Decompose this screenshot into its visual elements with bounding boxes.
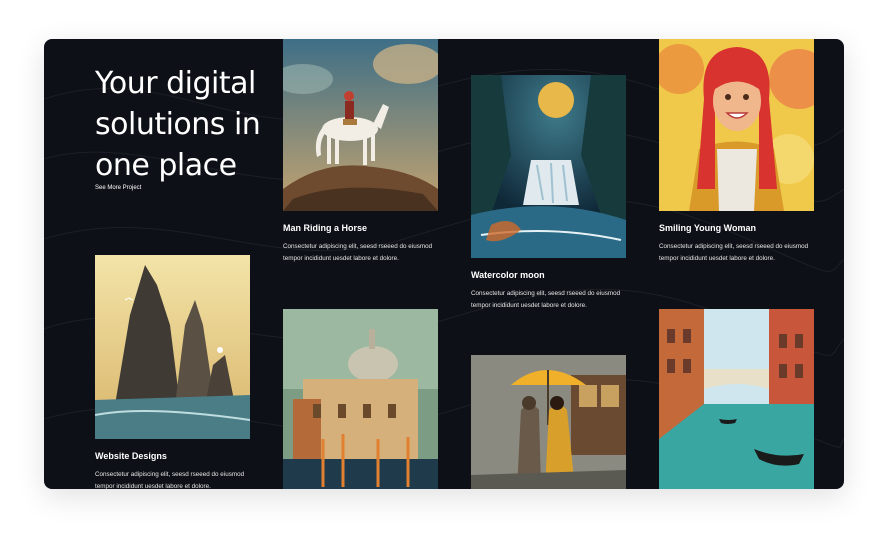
project-description: Consectetur adipiscing elit, seesd rseee… <box>471 290 621 309</box>
project-card-woman[interactable]: Smiling Young Woman Consectetur adipisci… <box>659 39 814 265</box>
project-title: Smiling Young Woman <box>659 223 757 233</box>
project-card-website[interactable]: Website Designs Consectetur adipiscing e… <box>95 255 250 489</box>
horse-rider-image[interactable] <box>283 39 438 211</box>
project-title: Watercolor moon <box>471 270 545 280</box>
portfolio-card: Your digital solutions in one place See … <box>44 39 844 489</box>
watercolor-moon-image[interactable] <box>471 75 626 258</box>
project-card-canal[interactable] <box>659 309 814 489</box>
see-more-link[interactable]: See More Project <box>95 185 141 191</box>
hero-title: Your digital solutions in one place <box>95 66 261 183</box>
project-card-umbrella[interactable] <box>471 355 626 489</box>
project-title: Man Riding a Horse <box>283 223 368 233</box>
venice-canal-image[interactable] <box>659 309 814 489</box>
umbrella-couple-image[interactable] <box>471 355 626 489</box>
project-description: Consectetur adipiscing elit, seesd rseee… <box>283 243 433 262</box>
venice-cathedral-image[interactable] <box>283 309 438 489</box>
sea-rocks-image[interactable] <box>95 255 250 439</box>
project-card-cathedral[interactable] <box>283 309 438 489</box>
project-description: Consectetur adipiscing elit, seesd rseee… <box>659 243 809 262</box>
smiling-woman-image[interactable] <box>659 39 814 211</box>
project-card-horse[interactable]: Man Riding a Horse Consectetur adipiscin… <box>283 39 438 265</box>
project-description: Consectetur adipiscing elit, seesd rseee… <box>95 471 245 489</box>
project-title: Website Designs <box>95 451 167 461</box>
project-card-moon[interactable]: Watercolor moon Consectetur adipiscing e… <box>471 75 626 312</box>
